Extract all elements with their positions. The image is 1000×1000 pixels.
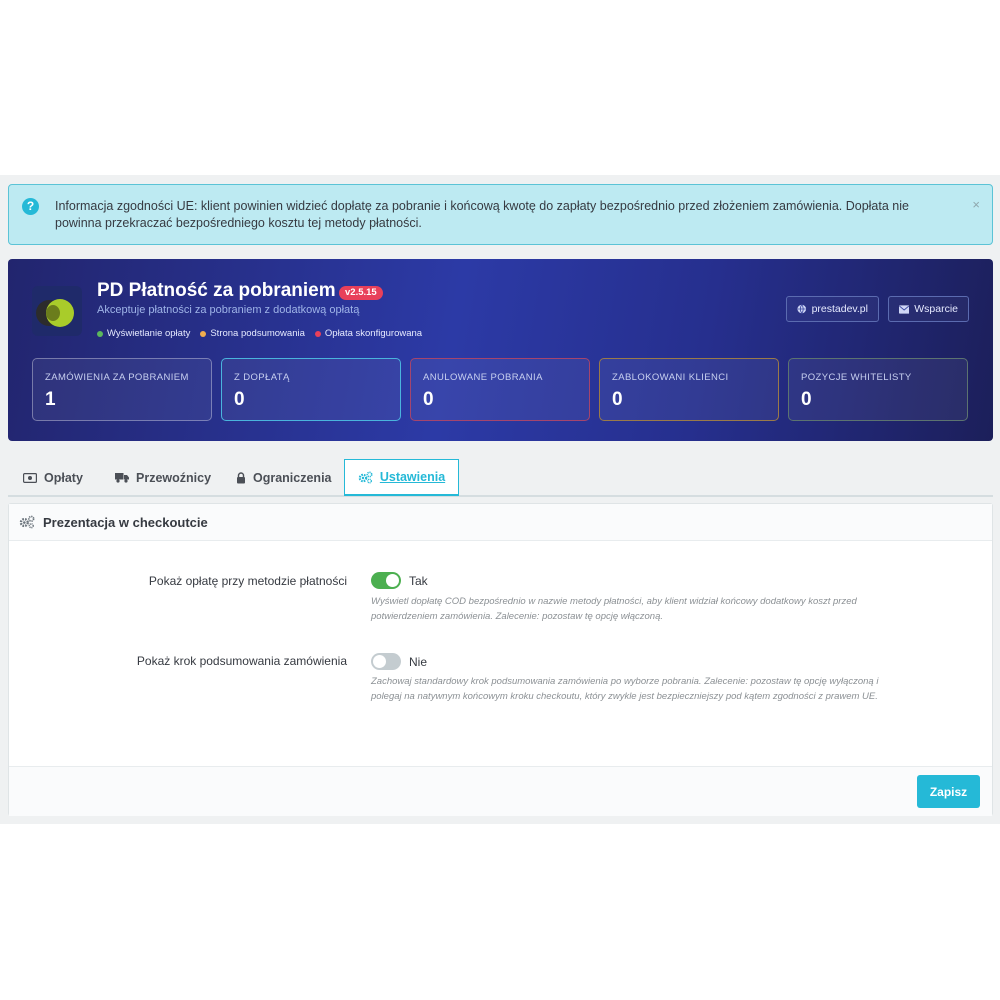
module-subtitle: Akceptuje płatności za pobraniem z dodat…: [97, 304, 360, 316]
tab-fees[interactable]: Opłaty: [23, 459, 83, 496]
tab-label: Ustawienia: [379, 470, 446, 484]
stat-label: Z DOPŁATĄ: [234, 372, 290, 383]
tab-label: Przewoźnicy: [136, 470, 212, 485]
website-button-label: prestadev.pl: [811, 303, 868, 315]
cogs-icon: [19, 515, 35, 529]
stat-card-cancelled: ANULOWANE POBRANIA 0: [410, 358, 590, 421]
stat-label: ZABLOKOWANI KLIENCI: [612, 372, 729, 383]
tab-label: Ograniczenia: [253, 470, 332, 485]
stat-card-with-surcharge: Z DOPŁATĄ 0: [221, 358, 401, 421]
alert-message: Informacja zgodności UE: klient powinien…: [55, 199, 909, 230]
stat-card-whitelist: POZYCJE WHITELISTY 0: [788, 358, 968, 421]
status-item: Opłata skonfigurowana: [314, 328, 423, 339]
support-button[interactable]: Wsparcie: [888, 296, 969, 322]
truck-icon: [115, 473, 129, 483]
show-fee-label: Pokaż opłatę przy metodzie płatności: [148, 574, 347, 588]
show-fee-help: Wyświetl dopłatę COD bezpośrednio w nazw…: [371, 596, 857, 622]
alert-close-button[interactable]: ×: [972, 197, 980, 212]
panel-footer: Zapisz: [9, 766, 992, 816]
globe-icon: [797, 304, 807, 314]
module-header: PD Płatność za pobraniem v2.5.15 Akceptu…: [8, 259, 993, 441]
status-item: Wyświetlanie opłaty: [97, 328, 190, 339]
tab-label: Opłaty: [44, 470, 83, 485]
stat-label: ANULOWANE POBRANIA: [423, 372, 543, 383]
stat-value: 0: [423, 389, 434, 410]
version-badge: v2.5.15: [339, 286, 383, 300]
tab-restrictions[interactable]: Ograniczenia: [236, 459, 332, 496]
show-fee-toggle[interactable]: [371, 572, 401, 589]
money-icon: [23, 472, 37, 483]
show-summary-label: Pokaż krok podsumowania zamówienia: [136, 654, 347, 668]
module-page: ? Informacja zgodności UE: klient powini…: [0, 175, 1000, 824]
eu-compliance-alert: ? Informacja zgodności UE: klient powini…: [8, 184, 993, 245]
status-indicators: Wyświetlanie opłaty Strona podsumowania …: [97, 328, 422, 339]
support-button-label: Wsparcie: [914, 303, 958, 315]
stat-label: POZYCJE WHITELISTY: [801, 372, 912, 383]
status-label: Strona podsumowania: [210, 328, 305, 339]
status-label: Opłata skonfigurowana: [324, 328, 423, 339]
tab-carriers[interactable]: Przewoźnicy: [115, 459, 211, 496]
lock-icon: [237, 471, 245, 483]
save-button[interactable]: Zapisz: [917, 775, 980, 808]
status-item: Strona podsumowania: [200, 328, 305, 339]
show-summary-help: Zachowaj standardowy krok podsumowania z…: [371, 676, 879, 702]
settings-tabs: Opłaty Przewoźnicy Ograniczenia Ustawien…: [8, 459, 993, 497]
website-button[interactable]: prestadev.pl: [786, 296, 879, 322]
module-title: PD Płatność za pobraniem: [97, 280, 336, 301]
stat-label: ZAMÓWIENIA ZA POBRANIEM: [45, 372, 189, 383]
tab-settings[interactable]: Ustawienia: [344, 459, 459, 496]
stat-value: 0: [234, 389, 245, 410]
show-summary-state: Nie: [409, 655, 428, 669]
panel-title: Prezentacja w checkoutcie: [43, 514, 208, 530]
show-fee-state: Tak: [409, 574, 428, 588]
question-icon: ?: [22, 198, 39, 215]
status-dot-orange: [200, 330, 207, 337]
panel-header: Prezentacja w checkoutcie: [9, 504, 992, 541]
stat-value: 0: [801, 389, 812, 410]
module-logo: [32, 286, 82, 336]
cogs-icon: [358, 470, 373, 483]
status-dot-red: [314, 330, 321, 337]
envelope-icon: [899, 304, 910, 314]
status-label: Wyświetlanie opłaty: [107, 328, 191, 339]
stat-value: 1: [45, 389, 56, 410]
stat-card-cod-orders: ZAMÓWIENIA ZA POBRANIEM 1: [32, 358, 212, 421]
show-summary-toggle[interactable]: [371, 653, 401, 670]
stat-value: 0: [612, 389, 623, 410]
checkout-presentation-panel: Prezentacja w checkoutcie Pokaż opłatę p…: [8, 503, 993, 816]
stat-card-blocked-customers: ZABLOKOWANI KLIENCI 0: [599, 358, 779, 421]
status-dot-green: [97, 330, 103, 337]
